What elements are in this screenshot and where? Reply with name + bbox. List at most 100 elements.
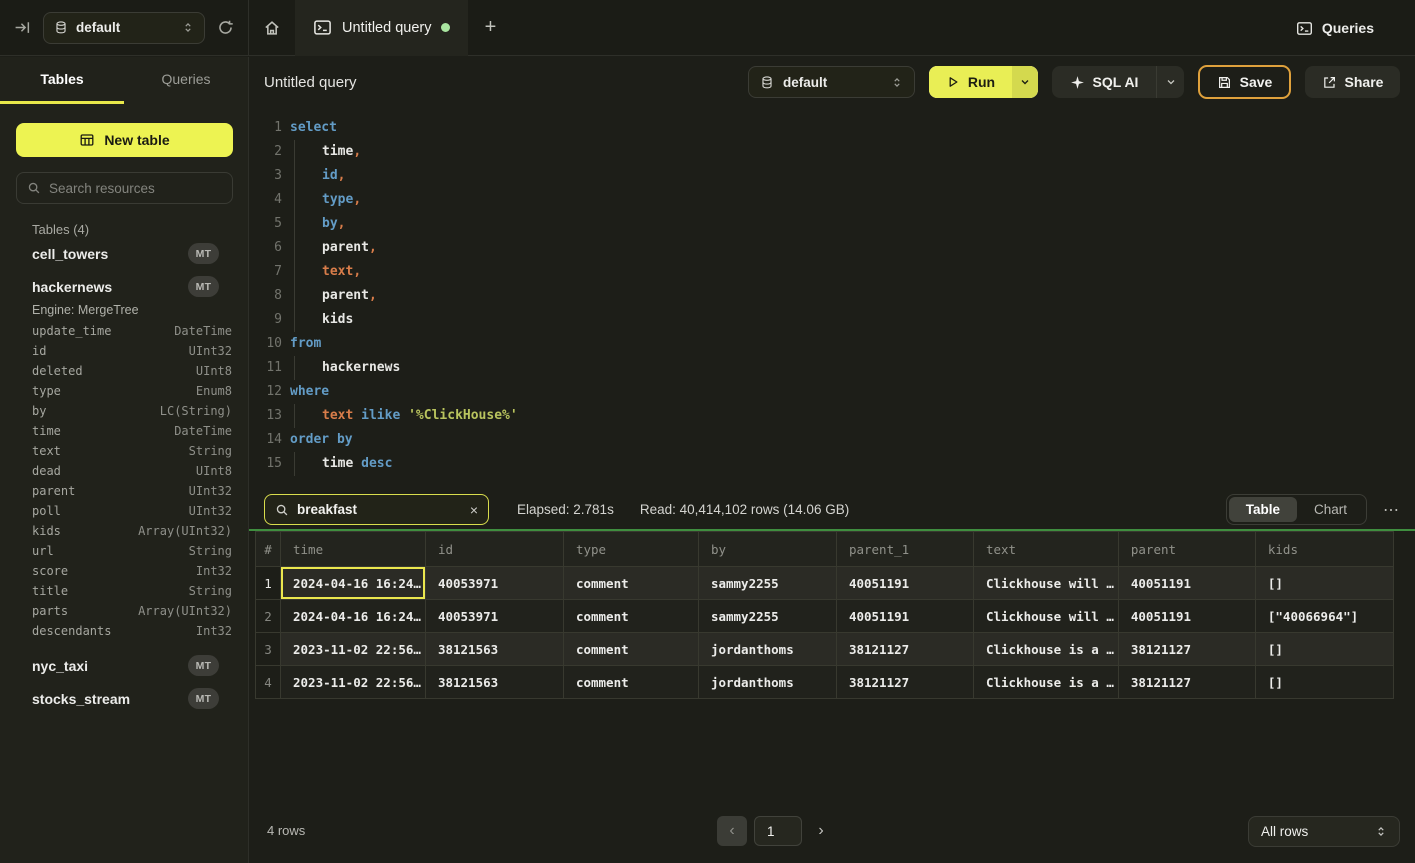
clear-search-icon[interactable]: × (470, 503, 478, 517)
code-line: 5by, (249, 212, 1415, 236)
page-size-select[interactable]: All rows (1248, 816, 1400, 847)
column-header-time[interactable]: time (281, 532, 426, 567)
refresh-icon[interactable] (217, 19, 234, 36)
row-number[interactable]: 2 (256, 600, 281, 633)
share-button[interactable]: Share (1305, 66, 1400, 98)
table-cell[interactable]: 38121127 (1118, 666, 1255, 699)
table-cell[interactable]: jordanthoms (698, 666, 836, 699)
home-icon[interactable] (249, 19, 295, 37)
line-content: text ilike '%ClickHouse%' (290, 404, 518, 428)
table-cell[interactable]: comment (563, 567, 698, 600)
column-header-parent_1[interactable]: parent_1 (836, 532, 973, 567)
column-header-text[interactable]: text (973, 532, 1118, 567)
search-resources-input[interactable] (49, 181, 226, 196)
table-cell[interactable]: sammy2255 (698, 567, 836, 600)
table-row: 32023-11-02 22:56…38121563commentjordant… (256, 633, 1394, 666)
sql-editor[interactable]: 1select2time,3id,4type,5by,6parent,7text… (249, 108, 1415, 488)
new-tab-button[interactable]: + (468, 16, 512, 39)
column-header-num[interactable]: # (256, 532, 281, 567)
view-toggle-chart[interactable]: Chart (1297, 497, 1364, 522)
tables-section-label: Tables (4) (32, 222, 248, 237)
row-count: 4 rows (267, 823, 305, 838)
table-cell[interactable]: 2024-04-16 16:24… (281, 600, 426, 633)
table-cell[interactable]: Clickhouse is a … (973, 633, 1118, 666)
code-token: order by (290, 432, 353, 447)
table-cell[interactable]: 40051191 (836, 600, 973, 633)
table-cell[interactable]: 38121563 (425, 633, 563, 666)
row-number[interactable]: 3 (256, 633, 281, 666)
queries-button[interactable]: Queries (1296, 0, 1374, 56)
sql-ai-dropdown-caret[interactable] (1156, 66, 1184, 98)
results-toolbar: × Elapsed: 2.781s Read: 40,414,102 rows … (249, 490, 1415, 529)
table-cell[interactable]: [] (1255, 567, 1393, 600)
line-number: 3 (249, 164, 282, 188)
new-table-button[interactable]: New table (16, 123, 233, 157)
column-header-id[interactable]: id (425, 532, 563, 567)
table-cell[interactable]: 2024-04-16 16:24… (281, 567, 426, 600)
column-header-parent[interactable]: parent (1118, 532, 1255, 567)
column-type: UInt8 (196, 464, 232, 478)
column-type: Array(UInt32) (138, 604, 232, 618)
database-icon (760, 75, 774, 90)
table-cell[interactable]: Clickhouse will … (973, 567, 1118, 600)
table-cell[interactable]: 2023-11-02 22:56… (281, 633, 426, 666)
code-token: '%ClickHouse%' (408, 408, 518, 423)
next-page-button[interactable]: › (809, 822, 833, 840)
table-cell[interactable]: sammy2255 (698, 600, 836, 633)
table-cell[interactable]: [] (1255, 633, 1393, 666)
table-cell[interactable]: 40051191 (1118, 567, 1255, 600)
line-number: 6 (249, 236, 282, 260)
table-cell[interactable]: 40051191 (836, 567, 973, 600)
table-cell[interactable]: [] (1255, 666, 1393, 699)
column-name: parts (32, 604, 68, 618)
database-select[interactable]: default (43, 12, 205, 44)
table-cell[interactable]: jordanthoms (698, 633, 836, 666)
tab-untitled-query[interactable]: Untitled query (295, 0, 468, 56)
run-button[interactable]: Run (929, 66, 1038, 98)
results-filter-input[interactable] (297, 502, 462, 517)
collapse-sidebar-icon[interactable] (14, 19, 31, 36)
column-header-by[interactable]: by (698, 532, 836, 567)
sql-ai-button[interactable]: SQL AI (1052, 66, 1184, 98)
engine-badge: MT (188, 655, 219, 676)
line-number: 9 (249, 308, 282, 332)
table-cell[interactable]: 40053971 (425, 567, 563, 600)
table-cell[interactable]: comment (563, 633, 698, 666)
table-cell[interactable]: 40051191 (1118, 600, 1255, 633)
table-item-nyc_taxi[interactable]: nyc_taxiMT (0, 649, 248, 682)
sidebar-tab-queries[interactable]: Queries (124, 57, 248, 104)
table-cell[interactable]: 2023-11-02 22:56… (281, 666, 426, 699)
save-button[interactable]: Save (1198, 65, 1291, 99)
share-icon (1322, 75, 1337, 90)
table-cell[interactable]: 38121563 (425, 666, 563, 699)
table-cell[interactable]: 38121127 (836, 666, 973, 699)
table-cell[interactable]: comment (563, 666, 698, 699)
table-item-stocks_stream[interactable]: stocks_streamMT (0, 682, 248, 715)
run-dropdown-caret[interactable] (1012, 66, 1038, 98)
column-type: DateTime (174, 424, 232, 438)
view-toggle-table[interactable]: Table (1229, 497, 1297, 522)
line-content: parent, (290, 284, 377, 308)
column-header-kids[interactable]: kids (1255, 532, 1393, 567)
toolbar-database-select[interactable]: default (748, 66, 915, 98)
row-number[interactable]: 4 (256, 666, 281, 699)
page-number-input[interactable]: 1 (754, 816, 802, 846)
column-header-type[interactable]: type (563, 532, 698, 567)
results-table-wrap: #timeidtypebyparent_1textparentkids 12024… (255, 531, 1394, 699)
table-cell[interactable]: 40053971 (425, 600, 563, 633)
table-cell[interactable]: Clickhouse is a … (973, 666, 1118, 699)
row-number[interactable]: 1 (256, 567, 281, 600)
sidebar-tab-tables[interactable]: Tables (0, 57, 124, 104)
line-number: 5 (249, 212, 282, 236)
table-cell[interactable]: 38121127 (1118, 633, 1255, 666)
table-cell[interactable]: comment (563, 600, 698, 633)
table-item-hackernews[interactable]: hackernewsMT (0, 270, 248, 303)
prev-page-button[interactable]: ‹ (717, 816, 747, 846)
table-cell[interactable]: Clickhouse will … (973, 600, 1118, 633)
more-options-icon[interactable]: ⋯ (1383, 500, 1400, 520)
table-cell[interactable]: ["40066964"] (1255, 600, 1393, 633)
table-cell[interactable]: 38121127 (836, 633, 973, 666)
table-item-cell_towers[interactable]: cell_towersMT (0, 237, 248, 270)
column-type: String (189, 444, 232, 458)
column-row: update_timeDateTime (0, 321, 248, 341)
